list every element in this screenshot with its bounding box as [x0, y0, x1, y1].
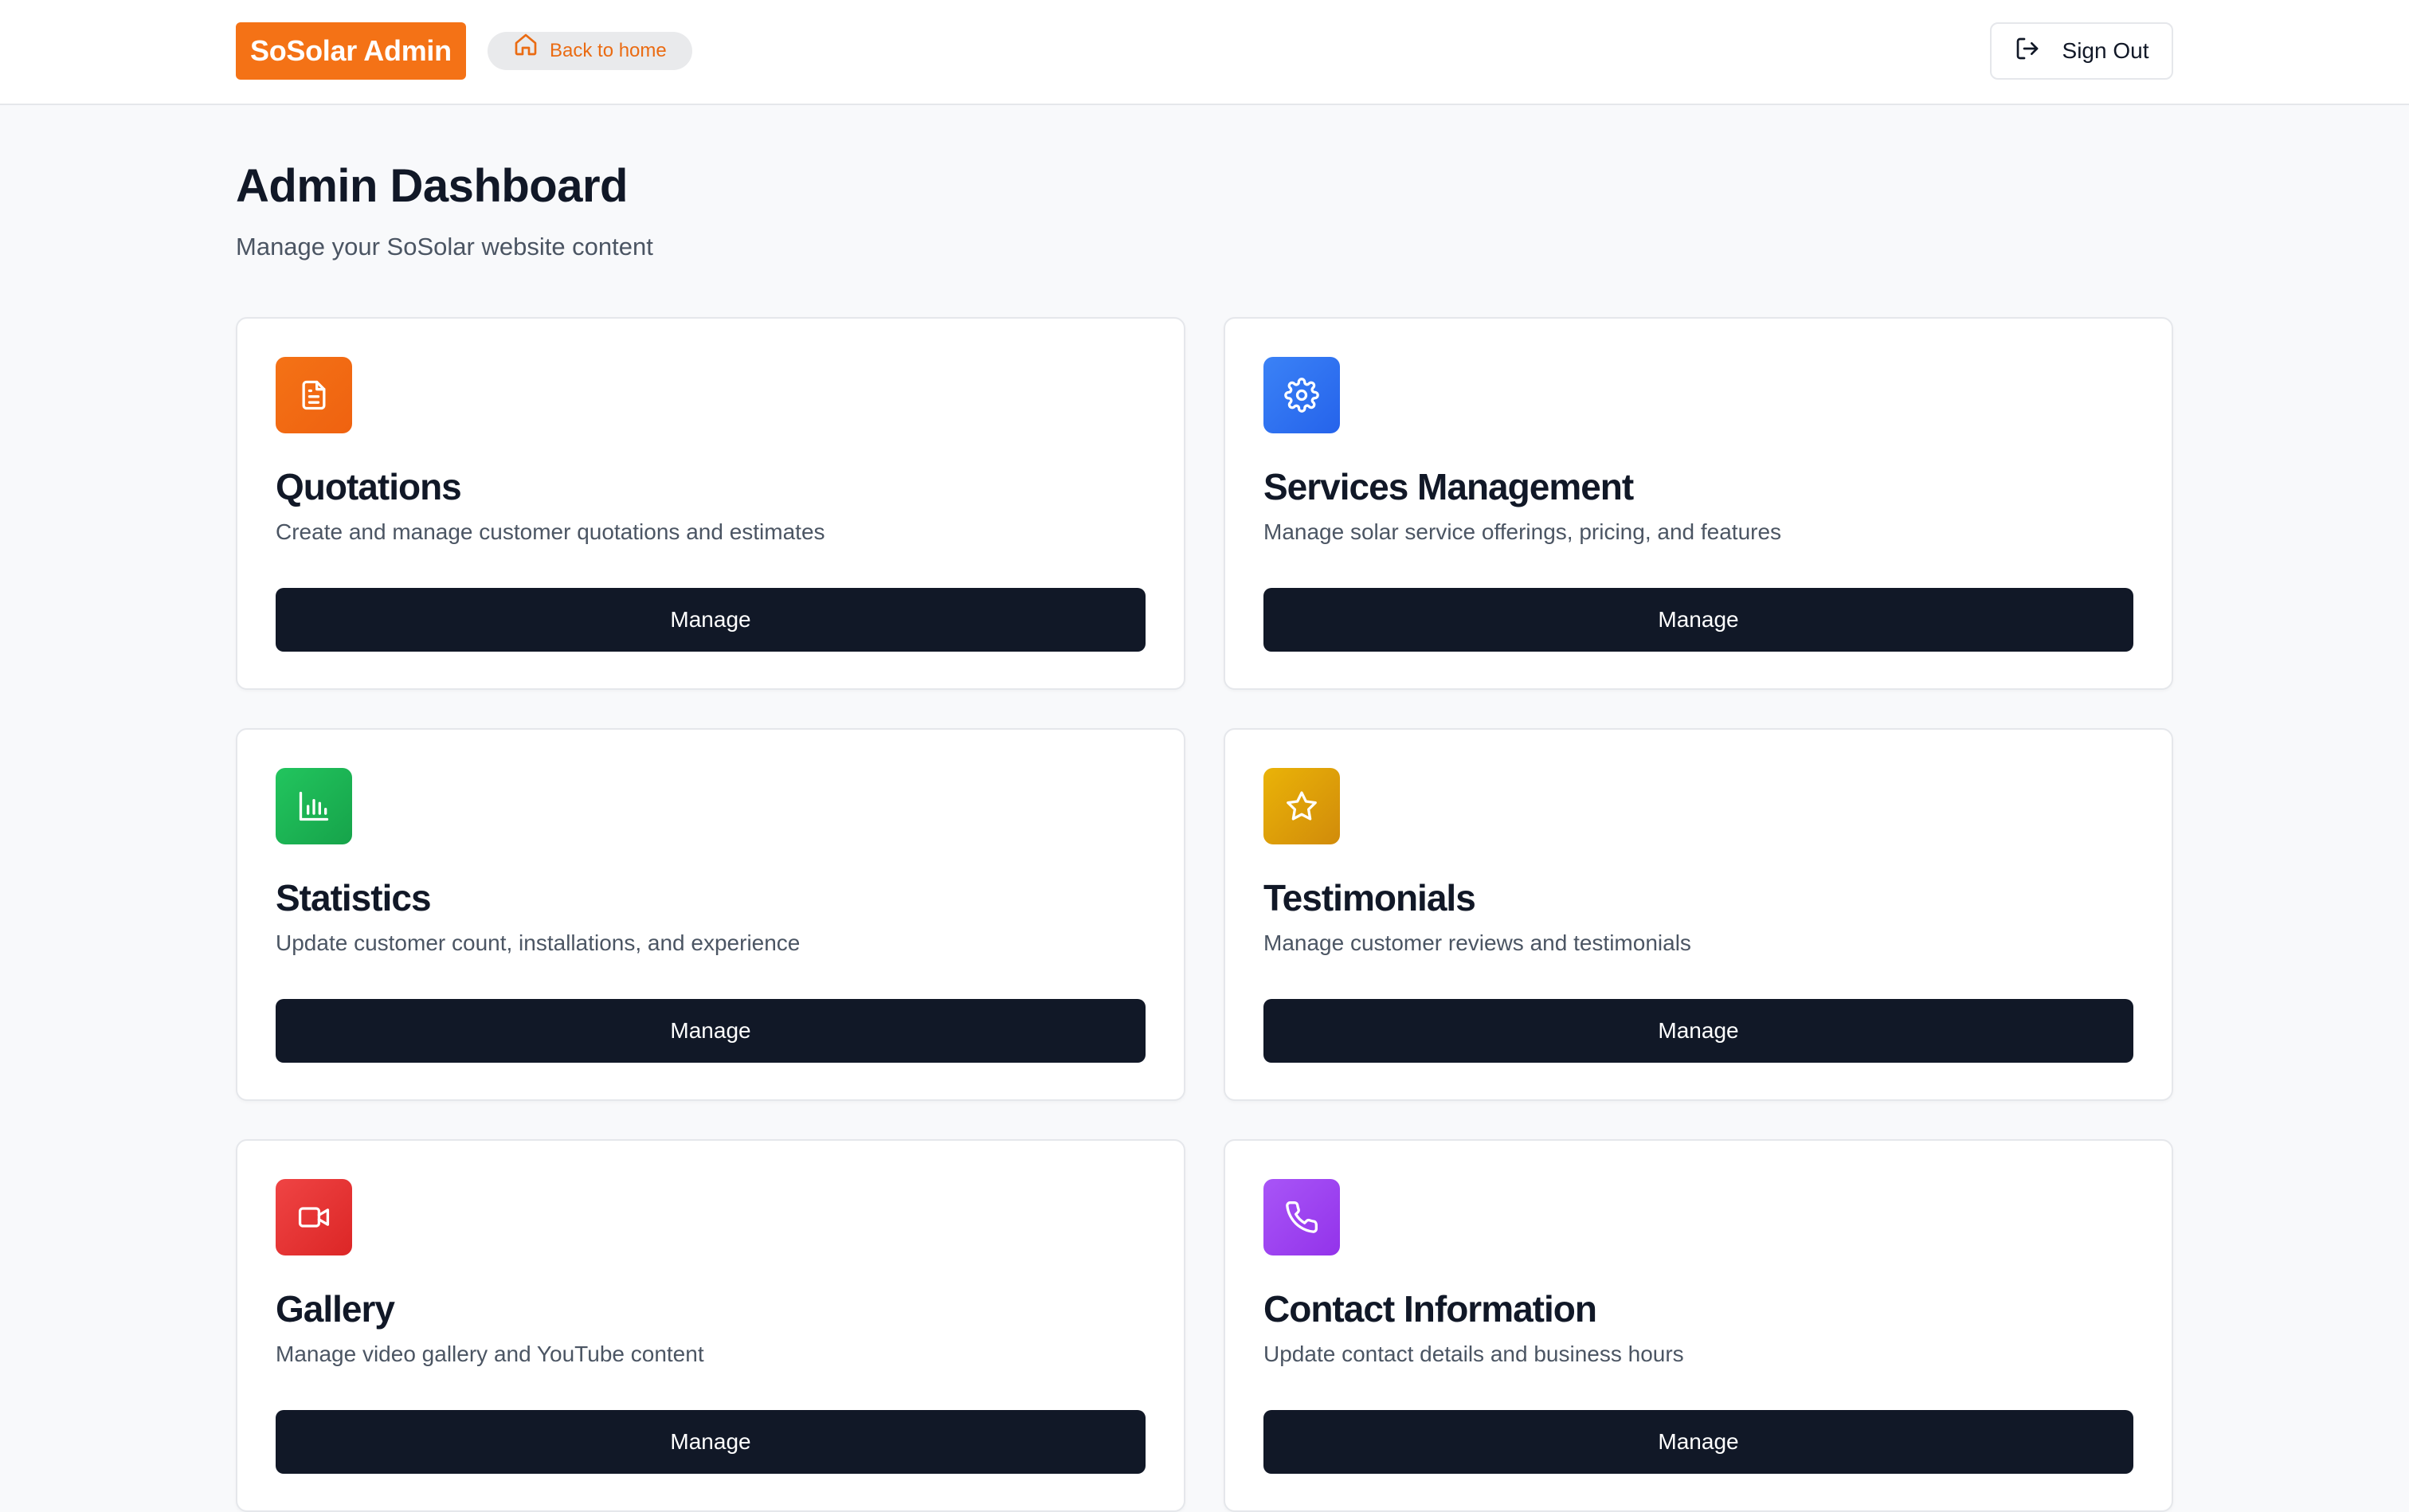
back-to-home-button[interactable]: Back to home	[488, 32, 692, 70]
card-contact-information: Contact Information Update contact detai…	[1224, 1139, 2173, 1512]
phone-icon	[1263, 1179, 1340, 1255]
page-title: Admin Dashboard	[236, 160, 629, 212]
logout-icon	[2015, 36, 2040, 67]
card-services-management: Services Management Manage solar service…	[1224, 317, 2173, 690]
card-description: Create and manage customer quotations an…	[276, 519, 825, 544]
dashboard-card-grid: Quotations Create and manage customer qu…	[236, 317, 2173, 1512]
card-title: Testimonials	[1263, 877, 1476, 919]
sign-out-button[interactable]: Sign Out	[1990, 22, 2173, 80]
card-description: Manage video gallery and YouTube content	[276, 1342, 704, 1366]
manage-contact-button[interactable]: Manage	[1263, 1410, 2133, 1474]
card-gallery: Gallery Manage video gallery and YouTube…	[236, 1139, 1185, 1512]
sign-out-label: Sign Out	[2062, 38, 2149, 63]
card-title: Services Management	[1263, 466, 1634, 507]
gear-icon	[1263, 357, 1340, 433]
card-description: Update customer count, installations, an…	[276, 930, 801, 955]
document-icon	[276, 357, 352, 433]
card-description: Manage customer reviews and testimonials	[1263, 930, 1691, 955]
manage-statistics-button[interactable]: Manage	[276, 999, 1146, 1063]
manage-gallery-button[interactable]: Manage	[276, 1410, 1146, 1474]
manage-quotations-button[interactable]: Manage	[276, 588, 1146, 652]
card-title: Statistics	[276, 877, 432, 919]
video-camera-icon	[276, 1179, 352, 1255]
card-quotations: Quotations Create and manage customer qu…	[236, 317, 1185, 690]
top-navbar: SoSolar Admin Back to home Sign Out	[0, 0, 2409, 105]
card-description: Manage solar service offerings, pricing,…	[1263, 519, 1782, 544]
back-to-home-label: Back to home	[550, 40, 667, 61]
manage-services-button[interactable]: Manage	[1263, 588, 2133, 652]
card-testimonials: Testimonials Manage customer reviews and…	[1224, 728, 2173, 1101]
card-title: Quotations	[276, 466, 462, 507]
home-icon	[513, 32, 539, 71]
star-icon	[1263, 768, 1340, 844]
card-title: Gallery	[276, 1288, 395, 1330]
card-statistics: Statistics Update customer count, instal…	[236, 728, 1185, 1101]
bar-chart-icon	[276, 768, 352, 844]
card-title: Contact Information	[1263, 1288, 1597, 1330]
brand-logo[interactable]: SoSolar Admin	[236, 22, 466, 80]
page-subtitle: Manage your SoSolar website content	[236, 233, 653, 260]
card-description: Update contact details and business hour…	[1263, 1342, 1684, 1366]
manage-testimonials-button[interactable]: Manage	[1263, 999, 2133, 1063]
